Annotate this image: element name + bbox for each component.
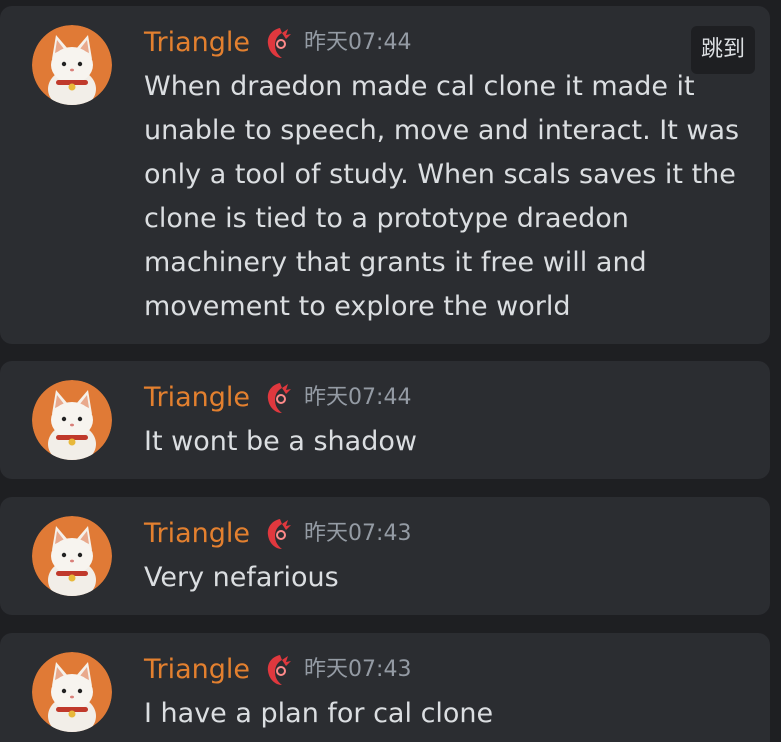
message-item: Triangle 昨天07:44 It wont be a shadow [0, 361, 770, 479]
message-header: Triangle 昨天07:44 [144, 380, 411, 416]
username[interactable]: Triangle [144, 25, 250, 61]
timestamp: 昨天07:43 [304, 657, 412, 682]
message-item: Triangle 昨天07:43 Very nefarious [0, 497, 770, 615]
cat-avatar-icon [32, 516, 112, 596]
red-role-emblem-icon [267, 28, 292, 58]
username[interactable]: Triangle [144, 516, 250, 552]
username[interactable]: Triangle [144, 652, 250, 688]
role-icon[interactable] [262, 380, 294, 416]
message-text: When draedon made cal clone it made it u… [144, 71, 740, 322]
user-avatar[interactable] [32, 25, 112, 105]
role-icon[interactable] [262, 516, 294, 552]
message-item: Triangle 昨天07:44 When draedon made cal c… [0, 6, 770, 344]
red-role-emblem-icon [267, 519, 292, 549]
user-avatar[interactable] [32, 516, 112, 596]
message-header: Triangle 昨天07:43 [144, 516, 411, 552]
red-role-emblem-icon [267, 655, 292, 685]
username[interactable]: Triangle [144, 380, 250, 416]
message-header: Triangle 昨天07:44 [144, 25, 411, 61]
message-text: It wont be a shadow [144, 426, 417, 457]
message-header: Triangle 昨天07:43 [144, 652, 411, 688]
timestamp: 昨天07:44 [304, 30, 412, 55]
timestamp: 昨天07:43 [304, 521, 412, 546]
message-feed: Triangle 昨天07:44 When draedon made cal c… [0, 0, 781, 742]
red-role-emblem-icon [267, 383, 292, 413]
jump-button[interactable]: 跳到 [691, 26, 755, 74]
user-avatar[interactable] [32, 380, 112, 460]
cat-avatar-icon [32, 25, 112, 105]
message-item: Triangle 昨天07:43 I have a plan for cal c… [0, 633, 770, 742]
role-icon[interactable] [262, 25, 294, 61]
user-avatar[interactable] [32, 652, 112, 732]
role-icon[interactable] [262, 652, 294, 688]
message-text: I have a plan for cal clone [144, 698, 494, 729]
timestamp: 昨天07:44 [304, 385, 412, 410]
cat-avatar-icon [32, 380, 112, 460]
message-text: Very nefarious [144, 562, 339, 593]
cat-avatar-icon [32, 652, 112, 732]
